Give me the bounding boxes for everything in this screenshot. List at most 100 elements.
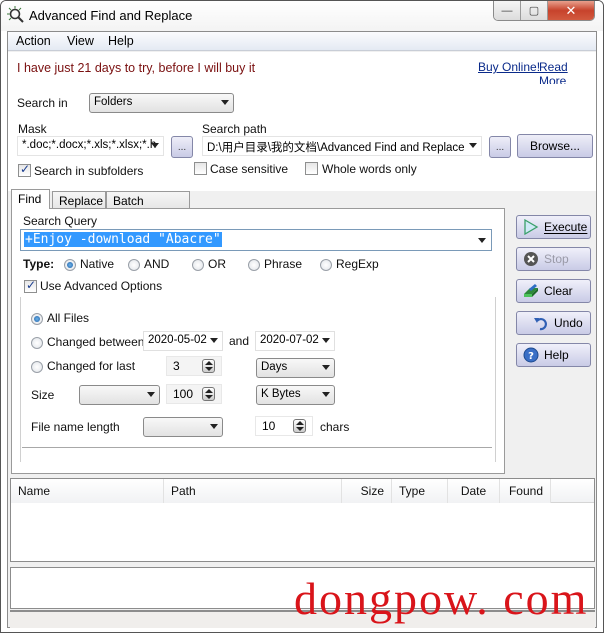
eraser-icon <box>523 283 539 299</box>
file-name-length-operator-select[interactable] <box>143 417 223 437</box>
file-name-length-value: 10 <box>262 419 276 433</box>
chevron-down-icon <box>322 392 330 397</box>
type-regexp-radio[interactable] <box>320 259 332 271</box>
menu-view[interactable]: View <box>67 34 94 48</box>
last-value-spinner[interactable]: 3 <box>166 356 222 376</box>
close-icon: ✕ <box>565 2 577 18</box>
date-from-picker[interactable]: 2020-05-02 <box>143 331 223 351</box>
chevron-down-icon <box>210 424 218 429</box>
size-unit-value: K Bytes <box>261 388 301 400</box>
minimize-button[interactable]: — <box>494 1 521 20</box>
spinner-arrows-icon[interactable] <box>202 359 215 373</box>
search-query-label: Search Query <box>23 214 98 228</box>
chevron-down-icon <box>221 100 229 105</box>
tab-batch-replace[interactable]: Batch Replace <box>106 191 190 222</box>
changed-between-label: Changed between <box>47 335 145 349</box>
menu-action[interactable]: Action <box>16 34 51 48</box>
spinner-arrows-icon[interactable] <box>202 387 215 401</box>
watermark-text: dongpow. com <box>294 573 589 624</box>
undo-label: Undo <box>554 316 583 330</box>
buy-online-link[interactable]: Buy Online! <box>478 60 540 74</box>
tab-replace[interactable]: Replace <box>52 191 106 209</box>
case-sensitive-label: Case sensitive <box>210 162 289 176</box>
file-name-length-spinner[interactable]: 10 <box>255 416 313 436</box>
search-in-select[interactable]: Folders <box>89 93 234 113</box>
clear-label: Clear <box>544 284 573 298</box>
size-unit-select[interactable]: K Bytes <box>256 385 335 405</box>
undo-icon <box>533 315 549 331</box>
title-bar[interactable]: Advanced Find and Replace — ▢ ✕ <box>1 1 603 31</box>
menu-bar: Action View Help <box>8 32 596 51</box>
advanced-options-divider <box>22 447 492 448</box>
type-and-label: AND <box>144 257 170 271</box>
trial-message: I have just 21 days to try, before I wil… <box>17 61 256 75</box>
column-header-date[interactable]: Date <box>448 479 500 503</box>
mask-value: *.doc;*.docx;*.xls;*.xlsx;*.h <box>22 139 157 151</box>
help-button[interactable]: ? Help <box>516 343 591 367</box>
mask-label: Mask <box>18 122 47 136</box>
app-logo-icon <box>7 6 25 24</box>
changed-for-last-radio[interactable] <box>31 361 43 373</box>
trial-banner: I have just 21 days to try, before I wil… <box>8 52 596 88</box>
search-in-label: Search in <box>17 96 68 110</box>
maximize-icon: ▢ <box>528 5 540 17</box>
search-subfolders-checkbox[interactable] <box>18 162 31 177</box>
spinner-arrows-icon[interactable] <box>293 419 306 433</box>
minimize-icon: — <box>501 4 513 17</box>
advanced-options-box <box>20 297 496 462</box>
window-controls: — ▢ ✕ <box>493 1 595 21</box>
type-phrase-radio[interactable] <box>248 259 260 271</box>
chevron-down-icon <box>151 143 159 148</box>
close-button[interactable]: ✕ <box>548 1 594 20</box>
use-advanced-checkbox[interactable] <box>24 278 37 293</box>
size-value-spinner[interactable]: 100 <box>166 384 222 404</box>
use-advanced-label: Use Advanced Options <box>40 279 163 293</box>
execute-label: Execute <box>544 220 588 234</box>
type-and-radio[interactable] <box>128 259 140 271</box>
clear-button[interactable]: Clear <box>516 279 591 303</box>
tab-panel: Find Replace Batch Replace Search Query … <box>8 189 508 474</box>
stop-icon <box>523 251 539 267</box>
search-path-input[interactable]: D:\用户目录\我的文档\Advanced Find and Replace <box>202 136 482 156</box>
help-icon: ? <box>523 347 539 363</box>
type-phrase-label: Phrase <box>264 257 303 271</box>
column-header-found[interactable]: Found <box>500 479 551 503</box>
whole-words-checkbox[interactable] <box>305 162 318 175</box>
date-from-value: 2020-05-02 <box>148 334 207 346</box>
column-header-size[interactable]: Size <box>342 479 392 503</box>
app-window: Advanced Find and Replace — ▢ ✕ Action V… <box>0 0 604 633</box>
mask-picker-button[interactable]: ... <box>171 136 193 158</box>
changed-between-radio[interactable] <box>31 337 43 349</box>
file-name-length-label: File name length <box>31 420 120 434</box>
column-header-type[interactable]: Type <box>392 479 448 503</box>
and-label: and <box>229 334 250 348</box>
play-icon <box>523 219 539 235</box>
stop-button[interactable]: Stop <box>516 247 591 271</box>
type-or-radio[interactable] <box>192 259 204 271</box>
last-unit-select[interactable]: Days <box>256 358 335 378</box>
chevron-down-icon <box>210 338 218 343</box>
help-label: Help <box>544 348 569 362</box>
mask-input[interactable]: *.doc;*.docx;*.xls;*.xlsx;*.h <box>17 136 164 156</box>
tab-find[interactable]: Find <box>11 189 50 209</box>
size-label: Size <box>31 388 55 402</box>
stop-label: Stop <box>544 252 569 266</box>
search-subfolders-label: Search in subfolders <box>34 164 144 178</box>
column-header-name[interactable]: Name <box>11 479 164 503</box>
chars-label: chars <box>320 420 350 434</box>
type-native-radio[interactable] <box>64 259 76 271</box>
undo-button[interactable]: Undo <box>516 311 591 335</box>
case-sensitive-checkbox[interactable] <box>194 162 207 175</box>
path-picker-button[interactable]: ... <box>489 136 511 158</box>
browse-button[interactable]: Browse... <box>517 134 593 158</box>
column-header-path[interactable]: Path <box>164 479 342 503</box>
date-to-picker[interactable]: 2020-07-02 <box>255 331 335 351</box>
search-query-input[interactable]: +Enjoy -download "Abacre" <box>20 229 492 251</box>
menu-help[interactable]: Help <box>108 34 134 48</box>
size-operator-select[interactable] <box>79 385 160 405</box>
chevron-down-icon <box>469 143 477 148</box>
all-files-radio[interactable] <box>31 313 43 325</box>
window-title: Advanced Find and Replace <box>29 8 193 23</box>
execute-button[interactable]: Execute <box>516 215 591 239</box>
maximize-button[interactable]: ▢ <box>521 1 548 20</box>
